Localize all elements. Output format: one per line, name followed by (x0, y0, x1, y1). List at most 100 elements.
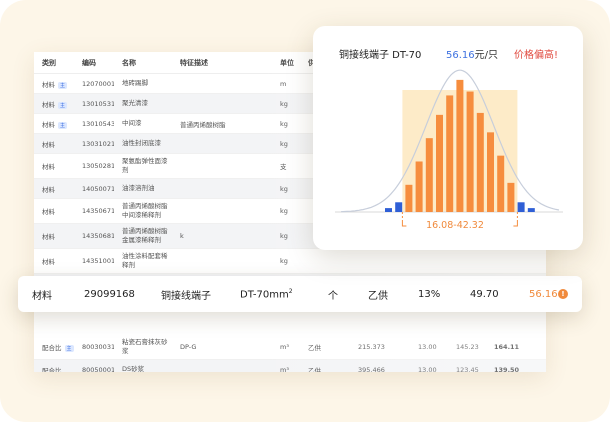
cell-unit-text: kg (280, 119, 288, 128)
cell-category: 材料 (34, 231, 74, 241)
cell-name: 普通丙烯酸树脂金属漆稀释剂 (114, 227, 172, 245)
range-bracket-right (513, 220, 518, 227)
cell-code-text: 12070001 (82, 79, 114, 88)
table-row[interactable]: 材料 14351001 油性涂料配套稀释剂 kg (34, 249, 546, 274)
histogram-bar (466, 91, 474, 212)
cell-unit-text: m³ (280, 343, 289, 351)
cell-name: 油漆溶剂油 (114, 184, 172, 193)
cell-category-text: 材料 (42, 185, 55, 194)
histogram-bar (385, 208, 392, 212)
cell-unit-text: kg (280, 184, 288, 193)
table-row[interactable]: 配合比 80050001 DS砂浆 m³ 乙供 395.466 13.00 123.45 139… (34, 360, 546, 372)
cell-unit-text: kg (280, 232, 288, 240)
hl-spec-text: DT-70mm (240, 289, 289, 301)
cell-unit: 支 (272, 161, 300, 171)
cell-name-text: 粘瓷石膏抹灰砂浆 (122, 338, 168, 355)
canvas: 类别 编码 名称 特征描述 单位 供 材料主 12070001 地砖踢脚 m 材料主 13… (0, 0, 610, 422)
cell-unit: m³ (272, 343, 300, 351)
highlighted-row[interactable]: 材料 29099168 铜接线端子 DT-70mm2 个 乙供 13% 49.7… (18, 276, 582, 312)
cell-category-text: 材料 (42, 100, 55, 109)
cell-category: 材料 (34, 206, 74, 216)
cell-name-text: 地砖踢脚 (122, 79, 148, 87)
cell-name: 聚氨酯弹性面漆剂 (114, 157, 172, 175)
cell-name-text: 聚光清漆 (122, 99, 148, 107)
cell-total: 164.11 (486, 343, 546, 351)
cell-category-text: 材料 (42, 163, 55, 171)
histogram-bar (507, 182, 515, 212)
cell-category: 材料主 (34, 119, 74, 129)
cell-name-text: 中间漆 (122, 119, 142, 127)
histogram-bar (527, 208, 535, 212)
cell-name: 油性涂料配套稀释剂 (114, 252, 172, 270)
main-tag: 主 (58, 101, 68, 109)
histogram-bar (476, 112, 484, 212)
cell-code: 13031021 (74, 140, 114, 148)
cell-unit: kg (272, 207, 300, 215)
histogram-bar (446, 95, 454, 212)
cell-desc: DP-G (172, 343, 272, 351)
cell-supply: 乙供 (300, 365, 350, 373)
cell-supply-text: 乙供 (308, 366, 321, 373)
cell-code: 14350671 (74, 207, 114, 215)
histogram-bar (405, 184, 413, 212)
cell-code: 14350681 (74, 232, 114, 240)
cell-code: 14351001 (74, 257, 114, 265)
cell-unit: kg (272, 140, 300, 148)
cell-code: 13010531 (74, 100, 114, 108)
hl-code: 29099168 (84, 288, 135, 300)
main-tag: 主 (58, 121, 68, 129)
hl-ref-price: 49.70 (470, 288, 499, 300)
cell-name: 中间漆 (114, 119, 172, 128)
cell-name-text: 聚氨酯弹性面漆剂 (122, 157, 168, 174)
cell-category-text: 材料 (42, 258, 55, 266)
cell-unit: kg (272, 120, 300, 128)
cell-unit-text: m (280, 79, 287, 88)
cell-tax-text: 13.00 (418, 365, 437, 373)
col-header-code: 编码 (82, 58, 96, 67)
cell-unit-text: 支 (280, 163, 287, 171)
cell-category-text: 材料 (42, 80, 55, 89)
cell-category-text: 材料 (42, 140, 55, 149)
hl-category: 材料 (32, 290, 52, 302)
col-header-category: 类别 (42, 58, 56, 67)
cell-unit: kg (272, 232, 300, 240)
cell-total-text: 164.11 (494, 343, 520, 351)
cell-unit-text: m³ (280, 365, 289, 373)
cell-name: DS砂浆 (114, 365, 172, 372)
cell-price-text: 145.23 (456, 343, 479, 351)
cell-name: 普通丙烯酸树脂中间漆稀释剂 (114, 202, 172, 220)
cell-category-text: 配合比 (42, 344, 62, 352)
cell-price: 145.23 (448, 343, 486, 351)
hl-price: 56.16 (529, 288, 558, 300)
cell-category-text: 材料 (42, 233, 55, 241)
cell-category: 材料主 (34, 79, 74, 89)
cell-qty: 395.466 (350, 366, 410, 373)
cell-category: 材料 (34, 256, 74, 266)
cell-total: 139.50 (486, 366, 546, 373)
cell-category: 材料 (34, 161, 74, 171)
cell-code: 14050071 (74, 185, 114, 193)
price-distribution-chart (335, 69, 563, 227)
range-label: 16.08-42.32 (426, 220, 484, 231)
cell-name: 粘瓷石膏抹灰砂浆 (114, 338, 172, 356)
cell-code: 13010543 (74, 120, 114, 128)
cell-code: 80050001 (74, 366, 114, 373)
cell-category-text: 材料 (42, 208, 55, 216)
cell-unit-text: kg (280, 99, 288, 108)
cell-supply: 乙供 (300, 342, 350, 352)
table-row[interactable]: 配合比主 80030031 粘瓷石膏抹灰砂浆 DP-G m³ 乙供 215.373 13.00… (34, 335, 546, 360)
cell-name-text: DS砂浆 (122, 365, 145, 372)
cell-desc-text: DP-G (180, 343, 197, 351)
cell-code-text: 14350681 (82, 232, 114, 240)
cell-category: 材料主 (34, 99, 74, 109)
table-body-bottom: 配合比主 80030031 粘瓷石膏抹灰砂浆 DP-G m³ 乙供 215.373 13.00… (34, 335, 546, 372)
alert-icon[interactable]: ! (558, 289, 568, 299)
cell-name-text: 油漆溶剂油 (122, 184, 155, 192)
cell-price: 123.45 (448, 366, 486, 373)
cell-price-text: 123.45 (456, 365, 479, 373)
cell-unit-text: kg (280, 207, 288, 215)
hl-unit: 个 (328, 290, 338, 302)
histogram-bar (415, 161, 423, 212)
cell-name-text: 普通丙烯酸树脂中间漆稀释剂 (122, 202, 168, 219)
hl-spec-sup: 2 (288, 287, 293, 295)
